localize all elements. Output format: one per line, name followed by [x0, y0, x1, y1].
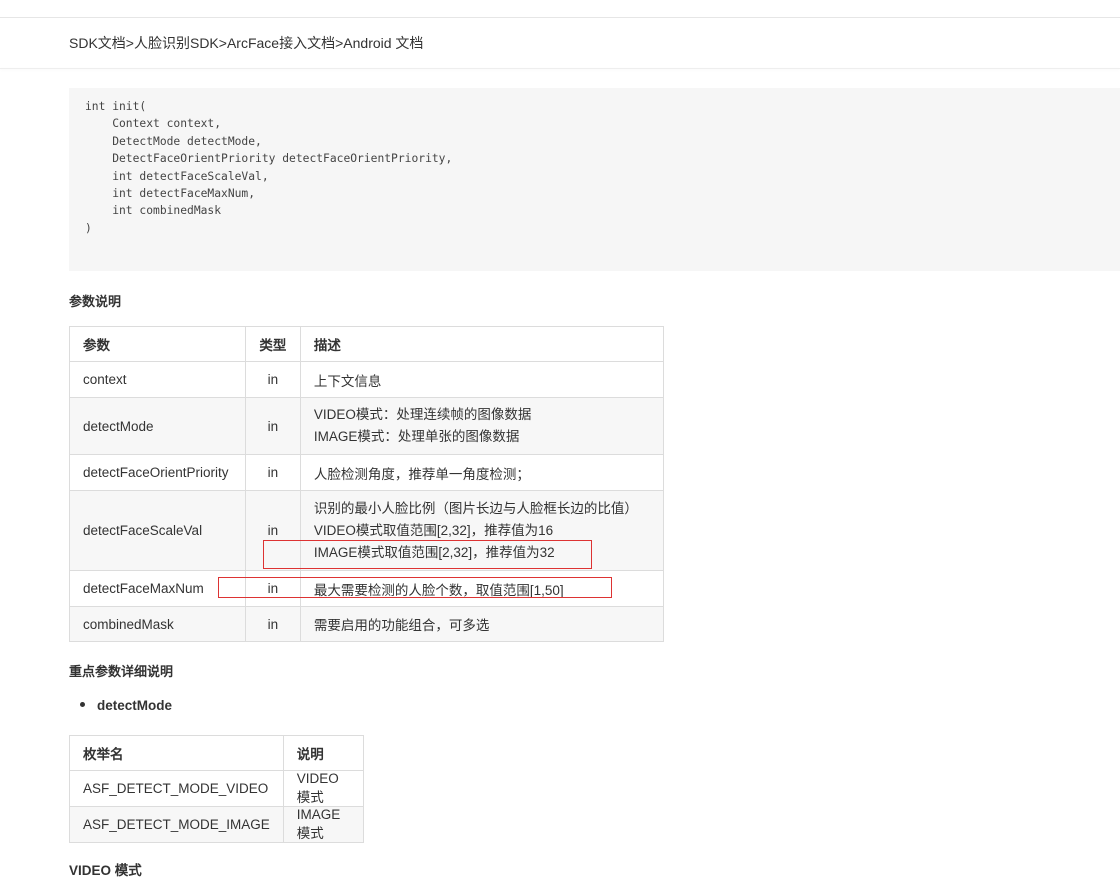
- param-desc: 上下文信息: [299, 361, 665, 398]
- enum-name: ASF_DETECT_MODE_IMAGE: [69, 806, 284, 843]
- param-name: detectFaceScaleVal: [69, 490, 246, 571]
- code-block: int init( Context context, DetectMode de…: [69, 88, 1120, 271]
- table-header-row: 枚举名 说明: [69, 735, 365, 771]
- header-enum-desc: 说明: [282, 735, 365, 771]
- param-name: detectFaceOrientPriority: [69, 454, 246, 491]
- table-row: detectMode in VIDEO模式：处理连续帧的图像数据 IMAGE模式…: [69, 397, 665, 455]
- header-desc: 描述: [299, 326, 665, 362]
- breadcrumb-item-face-sdk[interactable]: 人脸识别SDK: [134, 35, 219, 51]
- bullet-label: detectMode: [97, 698, 173, 713]
- breadcrumb-item-android-docs[interactable]: Android 文档: [343, 35, 423, 51]
- bullet-item: detectMode: [80, 698, 172, 713]
- table-row: context in 上下文信息: [69, 361, 665, 398]
- annotation-highlight-box: [263, 540, 592, 569]
- table-row: ASF_DETECT_MODE_VIDEO VIDEO模式: [69, 770, 365, 807]
- next-section-heading: VIDEO 模式: [69, 863, 142, 878]
- param-desc-line: VIDEO模式取值范围[2,32]，推荐值为16: [313, 522, 554, 538]
- param-desc: VIDEO模式：处理连续帧的图像数据 IMAGE模式：处理单张的图像数据: [299, 397, 665, 455]
- header-type: 类型: [244, 326, 301, 362]
- table-row: detectFaceOrientPriority in 人脸检测角度，推荐单一角…: [69, 454, 665, 491]
- param-type: in: [244, 361, 301, 398]
- param-desc: 人脸检测角度，推荐单一角度检测；: [299, 454, 665, 491]
- table-header-row: 参数 类型 描述: [69, 326, 665, 362]
- breadcrumb-item-sdk-docs[interactable]: SDK文档: [69, 35, 126, 51]
- header-param: 参数: [69, 326, 246, 362]
- annotation-highlight-box: [218, 577, 612, 598]
- header-divider: [0, 68, 1120, 69]
- top-divider: [0, 17, 1120, 18]
- enum-name: ASF_DETECT_MODE_VIDEO: [69, 770, 284, 807]
- param-desc-line: IMAGE模式：处理单张的图像数据: [313, 429, 520, 444]
- enum-desc: VIDEO模式: [282, 770, 365, 807]
- table-row: ASF_DETECT_MODE_IMAGE IMAGE模式: [69, 806, 365, 843]
- enum-desc: IMAGE模式: [282, 806, 365, 843]
- param-desc-line: 识别的最小人脸比例（图片长边与人脸框长边的比值）: [313, 500, 638, 516]
- param-type: in: [244, 454, 301, 491]
- param-type: in: [244, 606, 301, 642]
- params-section-title: 参数说明: [69, 294, 122, 309]
- enum-table: 枚举名 说明 ASF_DETECT_MODE_VIDEO VIDEO模式 ASF…: [69, 735, 365, 843]
- breadcrumb: SDK文档>人脸识别SDK>ArcFace接入文档>Android 文档: [69, 33, 423, 53]
- breadcrumb-separator: >: [218, 35, 227, 51]
- param-desc-line: VIDEO模式：处理连续帧的图像数据: [313, 407, 532, 422]
- table-row: combinedMask in 需要启用的功能组合，可多选: [69, 606, 665, 642]
- bullet-dot-icon: [80, 701, 85, 707]
- param-name: combinedMask: [69, 606, 246, 642]
- param-name: detectMode: [69, 397, 246, 455]
- breadcrumb-separator: >: [125, 35, 134, 51]
- breadcrumb-item-arcface-docs[interactable]: ArcFace接入文档: [227, 35, 335, 51]
- param-desc: 需要启用的功能组合，可多选: [299, 606, 665, 642]
- detail-section-title: 重点参数详细说明: [69, 664, 174, 679]
- header-enum-name: 枚举名: [69, 735, 284, 771]
- param-name: context: [69, 361, 246, 398]
- code-text: int init( Context context, DetectMode de…: [85, 100, 453, 235]
- param-type: in: [244, 397, 301, 455]
